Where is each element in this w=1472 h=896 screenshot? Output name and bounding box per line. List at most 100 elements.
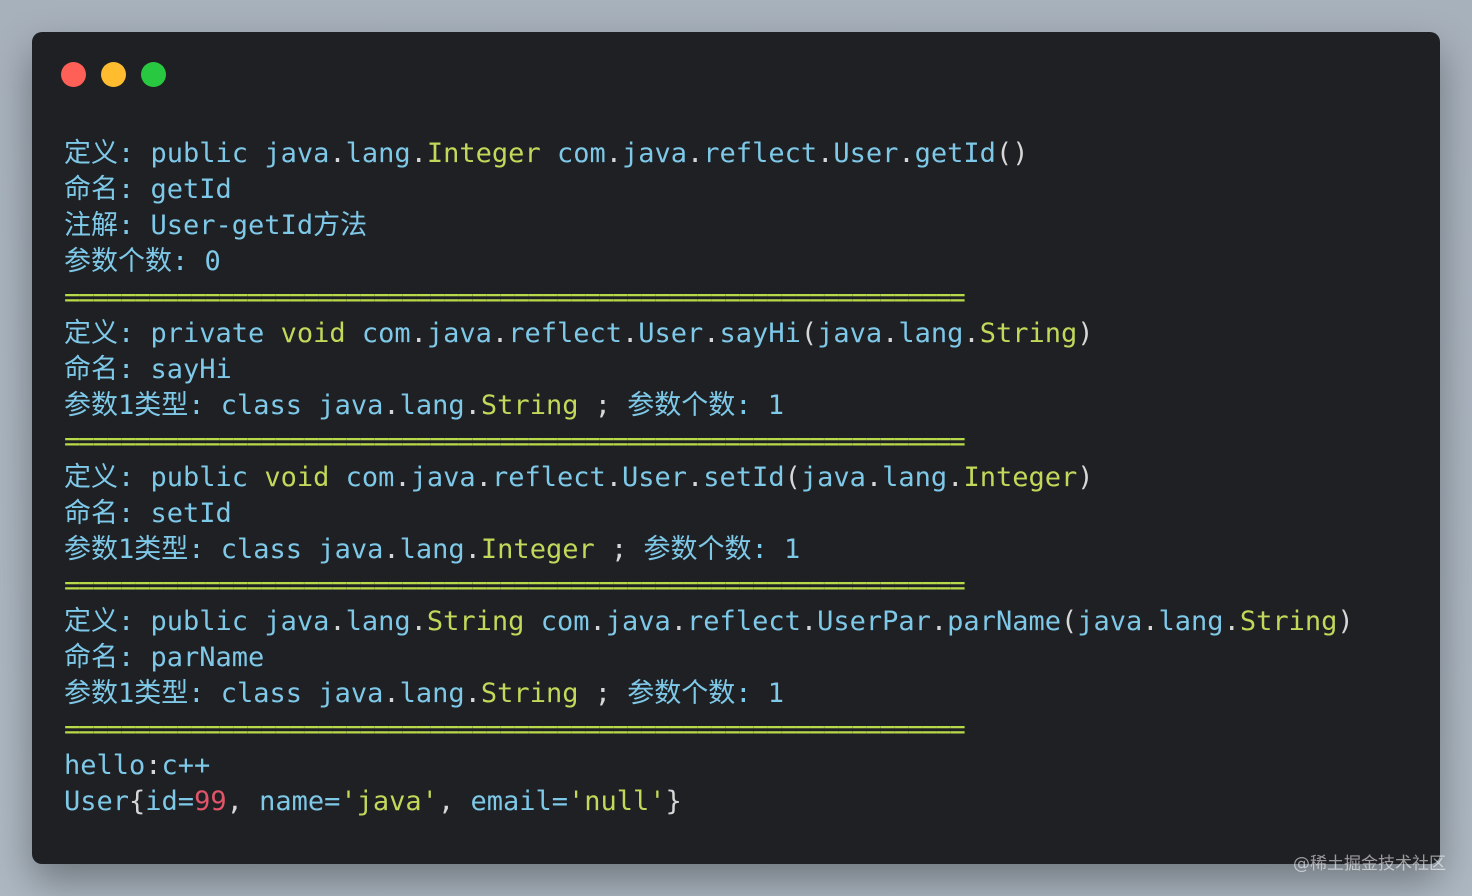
output-token: String: [480, 678, 595, 709]
output-token: User: [638, 318, 704, 349]
output-token: .: [817, 138, 834, 169]
output-token: .: [383, 390, 400, 421]
separator-text: ========================================…: [64, 426, 966, 457]
output-line: 命名: getId: [64, 172, 1424, 208]
minimize-window-button[interactable]: [101, 62, 126, 87]
output-token: {: [129, 786, 146, 817]
output-token: String: [426, 606, 541, 637]
output-token: .: [464, 678, 481, 709]
maximize-window-button[interactable]: [141, 62, 166, 87]
output-token: ): [1077, 318, 1094, 349]
output-token: String: [480, 390, 595, 421]
output-token: .: [1223, 606, 1240, 637]
output-token: ,: [226, 786, 260, 817]
output-token: sayHi: [719, 318, 801, 349]
output-token: 参数个数:: [64, 246, 205, 277]
output-token: .: [605, 138, 622, 169]
output-token: public: [150, 606, 265, 637]
output-token: java: [817, 318, 883, 349]
terminal-window: 定义: public java.lang.Integer com.java.re…: [32, 32, 1440, 864]
output-token: .: [410, 318, 427, 349]
output-line: 参数个数: 0: [64, 244, 1424, 280]
output-token: ;: [610, 534, 644, 565]
output-token: com: [361, 318, 411, 349]
output-token: java: [800, 462, 866, 493]
output-token: .: [687, 138, 704, 169]
output-token: 1: [784, 534, 801, 565]
output-token: reflect: [703, 138, 818, 169]
output-line: 定义: public void com.java.reflect.User.se…: [64, 460, 1424, 496]
output-token: ;: [594, 678, 628, 709]
output-token: class: [220, 390, 319, 421]
output-token: sayHi: [150, 354, 232, 385]
output-token: reflect: [687, 606, 801, 637]
output-token: id=: [145, 786, 195, 817]
output-token: Integer: [480, 534, 611, 565]
output-token: 参数1类型:: [64, 678, 221, 709]
output-line: 参数1类型: class java.lang.String ; 参数个数: 1: [64, 388, 1424, 424]
output-token: .: [621, 318, 639, 349]
watermark-text: @稀土掘金技术社区: [1293, 854, 1446, 874]
output-token: setId: [703, 462, 785, 493]
output-line: 参数1类型: class java.lang.String ; 参数个数: 1: [64, 676, 1424, 712]
output-token: .: [882, 318, 899, 349]
separator-text: ========================================…: [64, 714, 966, 745]
output-token: .: [410, 138, 427, 169]
output-line: 命名: setId: [64, 496, 1424, 532]
output-token: .: [410, 606, 427, 637]
output-token: 定义:: [64, 138, 151, 169]
window-titlebar: [32, 32, 1440, 116]
output-token: parName: [947, 606, 1061, 637]
output-token: (: [800, 318, 818, 349]
output-token: lang: [345, 138, 411, 169]
output-token: getId: [150, 174, 232, 205]
close-window-button[interactable]: [61, 62, 86, 87]
output-token: .: [329, 606, 346, 637]
output-token: ;: [594, 390, 628, 421]
output-token: .: [394, 462, 411, 493]
output-token: .: [800, 606, 818, 637]
output-token: setId: [150, 498, 232, 529]
output-token: java: [318, 390, 384, 421]
output-token: class: [220, 534, 319, 565]
output-token: class: [220, 678, 319, 709]
output-token: .: [1142, 606, 1159, 637]
output-token: }: [665, 786, 682, 817]
output-token: 定义:: [64, 318, 151, 349]
output-token: 命名:: [64, 174, 151, 205]
output-token: User-getId方法: [150, 210, 368, 241]
output-token: java: [264, 138, 330, 169]
console-output: 定义: public java.lang.Integer com.java.re…: [64, 136, 1424, 820]
output-token: void: [264, 462, 346, 493]
output-token: com: [556, 138, 606, 169]
output-token: com: [540, 606, 590, 637]
separator-text: ========================================…: [64, 570, 966, 601]
output-token: java: [622, 138, 688, 169]
output-token: .: [475, 462, 492, 493]
output-token: 0: [204, 246, 221, 277]
output-token: .: [329, 138, 346, 169]
output-token: User: [833, 138, 899, 169]
output-token: lang: [399, 678, 465, 709]
output-token: .: [670, 606, 688, 637]
output-token: com: [345, 462, 395, 493]
output-token: .: [605, 462, 622, 493]
output-token: public: [150, 462, 265, 493]
separator-line: ========================================…: [64, 568, 1424, 604]
output-token: .: [464, 390, 481, 421]
output-token: ): [1337, 606, 1354, 637]
output-token: .: [383, 678, 400, 709]
output-token: lang: [399, 534, 465, 565]
output-token: (: [784, 462, 801, 493]
output-token: UserPar: [817, 606, 931, 637]
output-token: (: [1060, 606, 1078, 637]
output-token: .: [865, 462, 883, 493]
output-token: .: [963, 318, 980, 349]
output-token: .: [898, 138, 915, 169]
output-line: 定义: private void com.java.reflect.User.s…: [64, 316, 1424, 352]
output-token: User: [64, 786, 130, 817]
output-token: String: [1239, 606, 1338, 637]
output-token: public: [150, 138, 265, 169]
separator-line: ========================================…: [64, 712, 1424, 748]
separator-line: ========================================…: [64, 280, 1424, 316]
